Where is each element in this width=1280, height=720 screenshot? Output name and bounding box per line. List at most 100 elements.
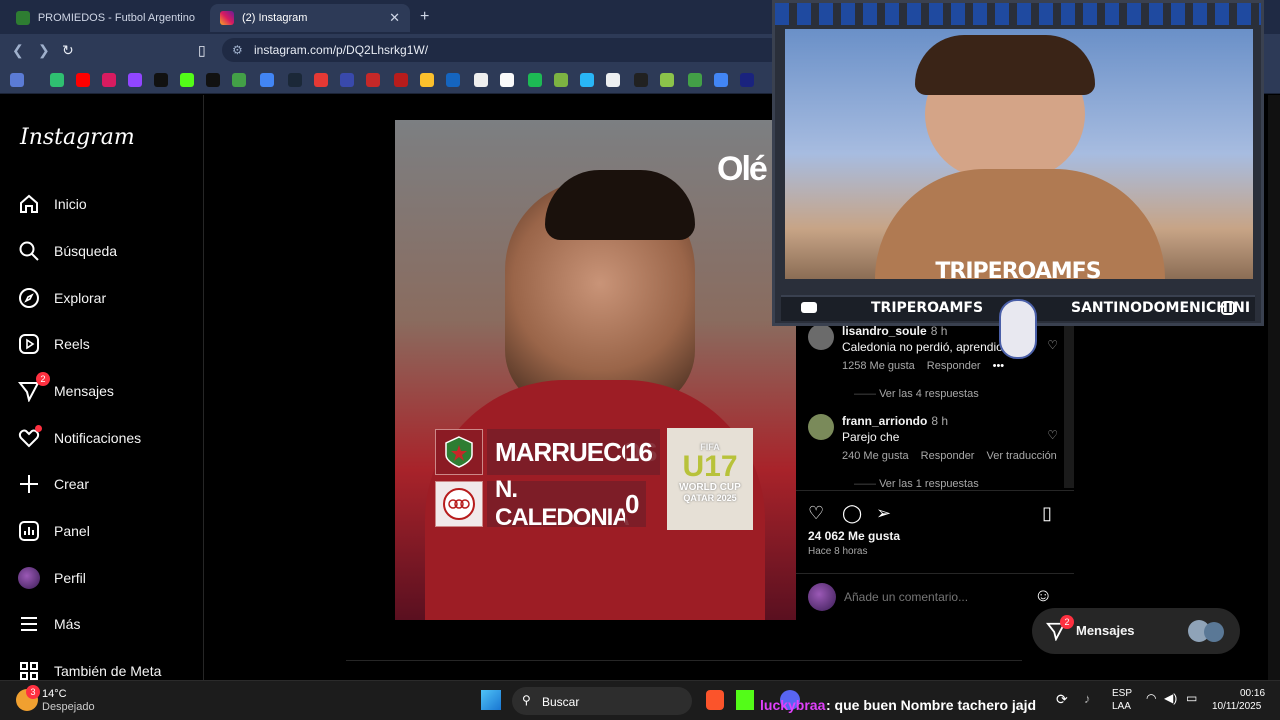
steam-icon[interactable]	[288, 73, 302, 87]
forward-icon[interactable]: ❯	[38, 42, 50, 59]
webcam-video	[785, 29, 1253, 279]
download-icon[interactable]	[554, 73, 568, 87]
brave-icon[interactable]	[706, 690, 724, 710]
google-icon[interactable]	[714, 73, 728, 87]
url-field[interactable]: ⚙ instagram.com/p/DQ2Lhsrkg1W/	[222, 38, 782, 62]
bookmark-icon[interactable]: ▯	[198, 42, 206, 59]
tab-promiedos[interactable]: PROMIEDOS - Futbol Argentino - Fix	[6, 4, 206, 32]
nav-tambien-de-meta[interactable]: También de Meta	[18, 660, 161, 682]
page-scrollbar[interactable]	[1268, 95, 1280, 680]
battery-icon[interactable]: ▭	[1186, 691, 1197, 705]
nav-inicio[interactable]: Inicio	[18, 193, 87, 215]
reload-icon[interactable]: ↻	[62, 42, 74, 59]
messages-badge: 2	[36, 372, 50, 386]
instagram-logo[interactable]: Instagram	[20, 125, 135, 150]
comment-likes[interactable]: 1258 Me gusta	[842, 360, 915, 372]
instagram-icon[interactable]	[102, 73, 116, 87]
apps-icon[interactable]	[10, 73, 24, 87]
new-tab-icon[interactable]: +	[420, 8, 429, 26]
tab-instagram[interactable]: (2) Instagram ✕	[210, 4, 410, 32]
view-replies-link[interactable]: —— Ver las 4 respuestas	[854, 388, 979, 400]
lang-bottom[interactable]: LAA	[1112, 701, 1131, 712]
taskbar-search[interactable]: ⚲ Buscar	[512, 687, 692, 715]
nav-mensajes[interactable]: 2 Mensajes	[17, 372, 114, 403]
x-icon[interactable]	[206, 73, 220, 87]
volume-icon[interactable]: ◀)	[1164, 691, 1177, 705]
close-tab-icon[interactable]: ✕	[389, 10, 400, 26]
weather-icon[interactable]: 3	[16, 685, 40, 711]
bookmark-icon[interactable]	[314, 73, 328, 87]
clock-date[interactable]: 10/11/2025	[1212, 701, 1261, 712]
bookmark-icon[interactable]	[634, 73, 648, 87]
comment-icon[interactable]: ◯	[842, 503, 862, 524]
clock-time[interactable]: 00:16	[1240, 688, 1265, 699]
lang-top[interactable]: ESP	[1112, 688, 1132, 699]
bookmark-icon[interactable]	[740, 73, 754, 87]
comment-username[interactable]: lisandro_soule 8 h	[842, 324, 947, 338]
bookmark-icon[interactable]	[420, 73, 434, 87]
post-image[interactable]: Olé MARRUECOS 16 N. CALEDONIA 0 FIFA U17…	[395, 120, 796, 620]
bookmark-icon[interactable]	[446, 73, 460, 87]
messages-button[interactable]: 2 Mensajes	[1032, 608, 1240, 654]
reply-button[interactable]: Responder	[927, 360, 981, 372]
bookmark-icon[interactable]	[580, 73, 594, 87]
comment-input[interactable]	[844, 587, 1024, 607]
view-replies-link[interactable]: —— Ver las 1 respuestas	[854, 478, 979, 490]
kick-icon[interactable]	[180, 73, 194, 87]
nav-reels[interactable]: Reels	[18, 333, 90, 355]
like-comment-icon[interactable]: ♡	[1047, 428, 1058, 442]
sync-icon[interactable]: ⟳	[1056, 691, 1068, 708]
back-icon[interactable]: ❮	[12, 42, 24, 59]
like-comment-icon[interactable]: ♡	[1047, 338, 1058, 352]
wifi-icon[interactable]: ◠	[1146, 691, 1156, 705]
more-options-icon[interactable]: •••	[993, 360, 1005, 372]
twitch-icon[interactable]	[128, 73, 142, 87]
bookmark-icon[interactable]	[50, 73, 64, 87]
avatar	[1204, 622, 1224, 642]
youtube-icon[interactable]	[76, 73, 90, 87]
emoji-icon[interactable]: ☺	[1034, 585, 1052, 606]
commenter-avatar[interactable]	[808, 414, 834, 440]
nav-crear[interactable]: Crear	[18, 473, 89, 495]
windows-start-icon[interactable]	[481, 690, 501, 710]
nav-label: Más	[54, 616, 81, 632]
nav-perfil[interactable]: Perfil	[18, 567, 86, 589]
nav-busqueda[interactable]: Búsqueda	[18, 240, 117, 262]
tiktok-icon[interactable]	[154, 73, 168, 87]
comment-username[interactable]: frann_arriondo 8 h	[842, 414, 948, 428]
save-icon[interactable]: ▯	[1042, 503, 1052, 524]
nav-mas[interactable]: Más	[18, 613, 80, 635]
replies-line: ——	[854, 388, 880, 400]
drive-icon[interactable]	[688, 73, 702, 87]
plus-icon	[18, 473, 40, 495]
bookmark-icon[interactable]	[394, 73, 408, 87]
comments-scrollbar[interactable]	[1064, 320, 1074, 488]
google-icon[interactable]	[260, 73, 274, 87]
brave-shield-icon	[16, 11, 30, 25]
bookmark-icon[interactable]	[660, 73, 674, 87]
bookmark-icon[interactable]	[500, 73, 514, 87]
tab-label: (2) Instagram	[242, 12, 308, 24]
bookmark-icon[interactable]	[366, 73, 380, 87]
likes-count[interactable]: 24 062 Me gusta	[808, 529, 900, 543]
translate-link[interactable]: Ver traducción	[986, 450, 1056, 462]
spotify-icon[interactable]	[528, 73, 542, 87]
bookmark-icon[interactable]	[232, 73, 246, 87]
nav-panel[interactable]: Panel	[18, 520, 90, 542]
comment-likes[interactable]: 240 Me gusta	[842, 450, 909, 462]
share-icon[interactable]: ➢	[876, 503, 891, 524]
nav-explorar[interactable]: Explorar	[18, 287, 106, 309]
comment-meta: 1258 Me gusta Responder •••	[842, 360, 1004, 372]
kick-icon[interactable]	[736, 690, 754, 710]
mic-icon[interactable]: ♪	[1084, 691, 1091, 706]
nav-notificaciones[interactable]: Notificaciones	[18, 425, 141, 449]
reply-button[interactable]: Responder	[921, 450, 975, 462]
bookmark-icon[interactable]	[340, 73, 354, 87]
bookmark-icon[interactable]	[474, 73, 488, 87]
site-info-icon[interactable]: ⚙	[232, 38, 243, 62]
bookmark-icon[interactable]	[606, 73, 620, 87]
commenter-avatar[interactable]	[808, 324, 834, 350]
reels-icon	[18, 333, 40, 355]
like-icon[interactable]: ♡	[808, 503, 824, 524]
menu-icon	[18, 613, 40, 635]
